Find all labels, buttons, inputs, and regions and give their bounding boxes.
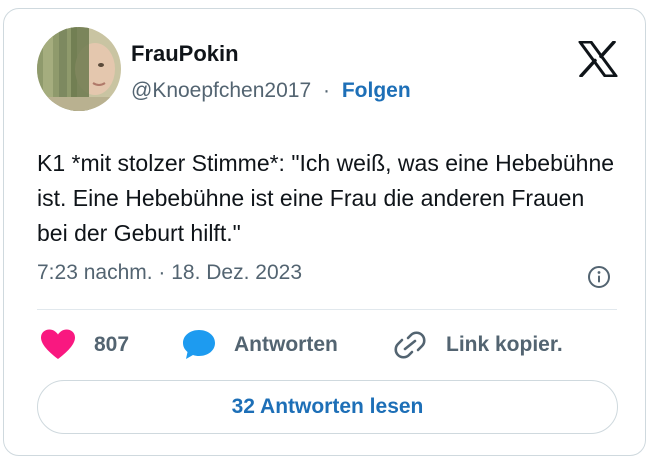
follow-button[interactable]: Folgen: [342, 79, 411, 102]
link-icon: [392, 329, 428, 361]
x-logo-icon[interactable]: [578, 40, 618, 78]
copy-link-button[interactable]: Link kopier.: [392, 329, 563, 361]
author-handle-row: @Knoepfchen2017 · Folgen: [131, 79, 411, 103]
heart-icon: [40, 329, 76, 361]
tweet-embed-card: FrauPokin @Knoepfchen2017 · Folgen K1 *m…: [3, 8, 646, 456]
read-replies-button[interactable]: 32 Antworten lesen: [37, 380, 618, 434]
separator-dot: ·: [322, 79, 330, 102]
tweet-timestamp[interactable]: 7:23 nachm. · 18. Dez. 2023: [37, 261, 302, 285]
like-button[interactable]: 807: [40, 329, 129, 361]
divider: [37, 309, 617, 310]
avatar[interactable]: [37, 27, 121, 111]
tweet-text: K1 *mit stolzer Stimme*: "Ich weiß, was …: [37, 150, 615, 246]
author-display-name[interactable]: FrauPokin: [131, 41, 239, 67]
author-handle[interactable]: @Knoepfchen2017: [131, 79, 311, 102]
reply-button[interactable]: Antworten: [182, 329, 338, 361]
info-icon[interactable]: [587, 265, 611, 289]
speech-bubble-icon: [182, 329, 218, 361]
like-count: 807: [94, 333, 130, 356]
reply-label: Antworten: [234, 333, 338, 356]
copy-link-label: Link kopier.: [446, 333, 563, 356]
